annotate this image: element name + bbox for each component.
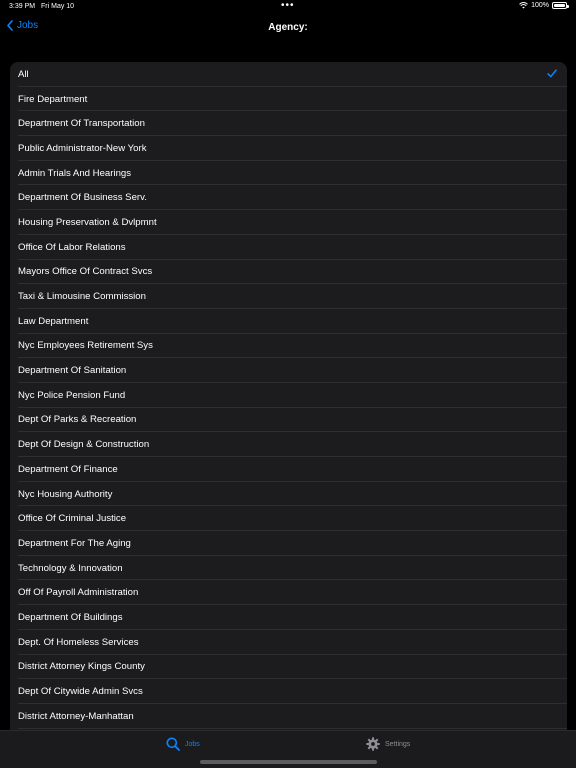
list-item[interactable]: Fire Department [10, 87, 567, 112]
tab-bar: Jobs Settings [0, 730, 576, 768]
page-title: Agency: [268, 22, 308, 33]
list-item-label: Nyc Housing Authority [18, 488, 113, 500]
list-item-label: Department Of Finance [18, 463, 118, 475]
list-item[interactable]: Public Administrator-New York [10, 136, 567, 161]
list-item-label: Mayors Office Of Contract Svcs [18, 266, 153, 278]
tab-settings[interactable]: Settings [366, 737, 410, 751]
list-item[interactable]: District Attorney Kings County [10, 655, 567, 680]
tab-jobs[interactable]: Jobs [166, 737, 200, 751]
list-item-label: Housing Preservation & Dvlpmnt [18, 216, 157, 228]
list-item-label: Dept Of Design & Construction [18, 439, 150, 451]
list-item[interactable]: Department Of Buildings [10, 605, 567, 630]
list-item-label: All [18, 68, 29, 80]
list-item[interactable]: Dept Of Design & Construction [10, 432, 567, 457]
tab-jobs-label: Jobs [185, 740, 200, 748]
list-item-label: District Attorney Kings County [18, 661, 145, 673]
list-item-label: Public Administrator-New York [18, 142, 147, 154]
list-item-label: Office Of Criminal Justice [18, 513, 127, 525]
checkmark-icon [547, 69, 557, 78]
list-item-label: Technology & Innovation [18, 562, 123, 574]
list-item[interactable]: Admin Trials And Hearings [10, 161, 567, 186]
list-item-label: Department Of Buildings [18, 611, 123, 623]
list-item[interactable]: Taxi & Limousine Commission [10, 284, 567, 309]
list-item-label: District Attorney-Manhattan [18, 710, 134, 722]
tab-settings-label: Settings [385, 740, 411, 748]
list-item-label: Dept Of Citywide Admin Svcs [18, 686, 143, 698]
list-item[interactable]: Office Of Criminal Justice [10, 506, 567, 531]
list-item[interactable]: Mayors Office Of Contract Svcs [10, 260, 567, 285]
list-item[interactable]: Off Of Payroll Administration [10, 580, 567, 605]
multitasking-dots[interactable]: ••• [281, 0, 295, 11]
list-item[interactable]: Office Of Labor Relations [10, 235, 567, 260]
list-item-label: Office Of Labor Relations [18, 241, 126, 253]
list-item-label: Fire Department [18, 93, 88, 105]
list-item-label: Department For The Aging [18, 537, 131, 549]
list-item-label: Department Of Business Serv. [18, 192, 147, 204]
list-item[interactable]: Department Of Finance [10, 457, 567, 482]
list-item[interactable]: Department Of Sanitation [10, 358, 567, 383]
list-item-label: Department Of Sanitation [18, 365, 127, 377]
list-item[interactable]: Dept Of Parks & Recreation [10, 408, 567, 433]
status-time: 3:39 PM [9, 3, 36, 10]
list-item[interactable]: Nyc Housing Authority [10, 482, 567, 507]
status-bar: 3:39 PM Fri May 10 ••• 100% [0, 0, 576, 14]
list-item[interactable]: All [10, 62, 567, 87]
status-date: Fri May 10 [41, 3, 75, 10]
list-item-label: Department Of Transportation [18, 118, 145, 130]
list-item[interactable]: Dept Of Citywide Admin Svcs [10, 679, 567, 704]
list-item[interactable]: Department For The Aging [10, 531, 567, 556]
list-item-label: Nyc Police Pension Fund [18, 389, 126, 401]
battery-percentage: 100% [531, 2, 549, 9]
list-item[interactable]: Housing Preservation & Dvlpmnt [10, 210, 567, 235]
battery-icon [552, 2, 569, 9]
list-item[interactable]: District Attorney-Manhattan [10, 704, 567, 729]
gear-icon [366, 737, 380, 751]
list-item-label: Dept. Of Homeless Services [18, 636, 139, 648]
list-item-label: Off Of Payroll Administration [18, 587, 139, 599]
search-icon [166, 737, 180, 751]
status-right: 100% [519, 2, 569, 9]
list-item[interactable]: Dept. Of Homeless Services [10, 630, 567, 655]
list-item-label: Dept Of Parks & Recreation [18, 414, 137, 426]
list-item[interactable]: Department Of Transportation [10, 111, 567, 136]
list-item[interactable]: Nyc Employees Retirement Sys [10, 334, 567, 359]
navigation-bar: Jobs Agency: [0, 14, 576, 44]
list-item[interactable]: Department Of Business Serv. [10, 185, 567, 210]
list-item-label: Admin Trials And Hearings [18, 167, 132, 179]
agency-list: All Fire Department Department Of Transpor… [10, 62, 567, 732]
list-item[interactable]: Technology & Innovation [10, 556, 567, 581]
list-item[interactable]: Law Department [10, 309, 567, 334]
list-item-label: Nyc Employees Retirement Sys [18, 340, 153, 352]
list-item-label: Law Department [18, 315, 89, 327]
wifi-icon [519, 2, 528, 9]
list-item-label: Taxi & Limousine Commission [18, 291, 146, 303]
list-item[interactable]: Nyc Police Pension Fund [10, 383, 567, 408]
home-indicator [200, 760, 377, 764]
